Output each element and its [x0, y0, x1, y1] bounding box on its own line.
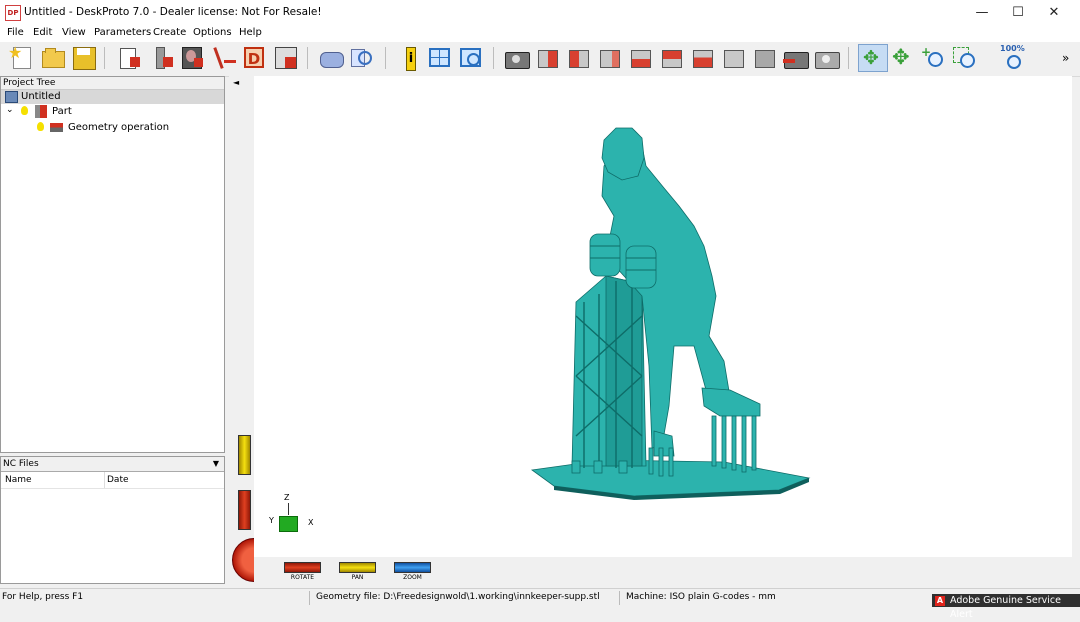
zoom-mode-icon[interactable]: +: [920, 45, 946, 71]
tree-part-label: Part: [52, 106, 72, 117]
viewport-left-strip: ◄: [229, 76, 276, 584]
dropdown-arrow-icon[interactable]: ▼: [213, 457, 219, 471]
app-logo-icon: DP: [5, 5, 21, 21]
pan-slider[interactable]: [339, 562, 376, 573]
rotate-vertical-slider[interactable]: [238, 490, 251, 530]
save-nc-icon[interactable]: [273, 45, 299, 71]
menu-help[interactable]: Help: [239, 27, 262, 38]
menu-edit[interactable]: Edit: [33, 27, 52, 38]
layout-icon[interactable]: [427, 45, 453, 71]
axis-label-x: X: [308, 518, 314, 527]
menu-parameters[interactable]: Parameters: [94, 27, 151, 38]
lightbulb-icon[interactable]: [21, 106, 28, 115]
search-view-icon[interactable]: [349, 45, 375, 71]
bitmap-icon[interactable]: [180, 45, 206, 71]
zoom-slider[interactable]: [394, 562, 431, 573]
collapse-panel-button[interactable]: ◄: [233, 78, 239, 87]
window-title: Untitled - DeskProto 7.0 - Dealer licens…: [24, 6, 322, 18]
camera-rotate-icon[interactable]: [783, 45, 809, 71]
camera-multi-icon[interactable]: [814, 45, 840, 71]
axis-label-y: Y: [269, 516, 274, 525]
project-tree-panel: Project Tree Untitled ⌄ Part Geometry op…: [0, 76, 225, 453]
adobe-alert-notification[interactable]: A Adobe Genuine Service Alert: [932, 594, 1080, 620]
view-iso-icon[interactable]: [721, 45, 747, 71]
adobe-alert-text: Adobe Genuine Service Alert: [950, 595, 1061, 620]
project-tree-header: Project Tree: [1, 77, 224, 90]
vector-icon[interactable]: [212, 45, 238, 71]
view-iso2-icon[interactable]: [752, 45, 778, 71]
collapse-chevron-icon[interactable]: ⌄: [6, 105, 14, 115]
nc-files-title: NC Files: [3, 459, 39, 469]
rotate-mode-icon[interactable]: ✥: [858, 44, 888, 72]
view-left-icon[interactable]: [597, 45, 623, 71]
tree-root-label: Untitled: [21, 91, 61, 102]
figure-boot: [701, 387, 761, 417]
axis-cube-icon: [279, 516, 298, 532]
zoom-100-icon[interactable]: 100%: [1000, 44, 1026, 71]
toolbar-overflow-button[interactable]: »: [1062, 51, 1069, 65]
rotate-label: ROTATE: [290, 574, 315, 581]
new-icon[interactable]: ★: [8, 43, 35, 71]
pan-label: PAN: [351, 574, 364, 581]
nc-files-panel: NC Files ▼ Name Date: [0, 456, 225, 584]
lightbulb-icon[interactable]: [37, 122, 44, 131]
view-top-icon[interactable]: [659, 45, 685, 71]
project-icon: [5, 91, 18, 103]
column-date-header[interactable]: Date: [107, 475, 129, 485]
status-machine: Machine: ISO plain G-codes - mm: [626, 592, 776, 602]
toolbar: ★ D i ✥ ✥ + 100% »: [0, 42, 1080, 77]
info-icon[interactable]: i: [398, 45, 424, 71]
part-parameters-icon[interactable]: [117, 45, 143, 71]
close-button[interactable]: ✕: [1036, 0, 1072, 25]
save-icon[interactable]: [71, 45, 97, 71]
axis-line-z: [288, 503, 289, 515]
menu-file[interactable]: File: [7, 27, 24, 38]
arm-tube-left: [589, 233, 621, 277]
zoom-100-label: 100%: [1000, 44, 1025, 53]
open-icon[interactable]: [40, 45, 66, 71]
zoom-window-icon[interactable]: [951, 45, 977, 71]
menu-create[interactable]: Create: [153, 27, 186, 38]
status-geometry-file: Geometry file: D:\Freedesignwold\1.worki…: [316, 592, 600, 602]
view-right-icon[interactable]: [628, 45, 654, 71]
figure-head: [601, 127, 645, 181]
operation-parameters-icon[interactable]: [150, 45, 176, 71]
zoom-label: ZOOM: [403, 574, 422, 581]
camera-icon[interactable]: [504, 45, 530, 71]
tree-operation-row[interactable]: Geometry operation: [1, 121, 224, 135]
pan-vertical-slider[interactable]: [238, 435, 251, 475]
nc-files-columns: Name Date: [1, 472, 224, 489]
tree-root-row[interactable]: Untitled: [1, 90, 224, 104]
view-controls-strip: ROTATE PAN ZOOM: [254, 557, 1072, 584]
title-bar: DP Untitled - DeskProto 7.0 - Dealer lic…: [0, 0, 1080, 25]
pan-mode-icon[interactable]: ✥: [890, 45, 916, 71]
arm-tube-right: [625, 245, 657, 289]
view-back-icon[interactable]: [566, 45, 592, 71]
nc-files-header[interactable]: NC Files ▼: [1, 457, 224, 472]
maximize-button[interactable]: ☐: [1000, 0, 1036, 25]
view-front-icon[interactable]: [535, 45, 561, 71]
view-bottom-icon[interactable]: [690, 45, 716, 71]
3d-viewport[interactable]: Z Y X: [254, 76, 1072, 557]
tree-operation-label: Geometry operation: [68, 122, 170, 133]
tree-part-row[interactable]: ⌄ Part: [1, 105, 224, 119]
operation-icon: [50, 123, 63, 132]
preview-icon[interactable]: [318, 45, 344, 71]
rotate-slider[interactable]: [284, 562, 321, 573]
status-bar: For Help, press F1 Geometry file: D:\Fre…: [0, 588, 1080, 608]
column-name-header[interactable]: Name: [5, 475, 32, 485]
menu-view[interactable]: View: [62, 27, 86, 38]
minimize-button[interactable]: —: [964, 0, 1000, 25]
status-help: For Help, press F1: [2, 592, 84, 602]
drawing-icon[interactable]: D: [242, 45, 268, 71]
model-render: [530, 127, 811, 500]
window-icon[interactable]: [458, 45, 484, 71]
menu-options[interactable]: Options: [193, 27, 232, 38]
menu-bar: File Edit View Parameters Create Options…: [0, 25, 1080, 42]
adobe-logo-icon: A: [935, 596, 945, 606]
part-icon: [35, 105, 47, 118]
axis-label-z: Z: [284, 493, 290, 502]
